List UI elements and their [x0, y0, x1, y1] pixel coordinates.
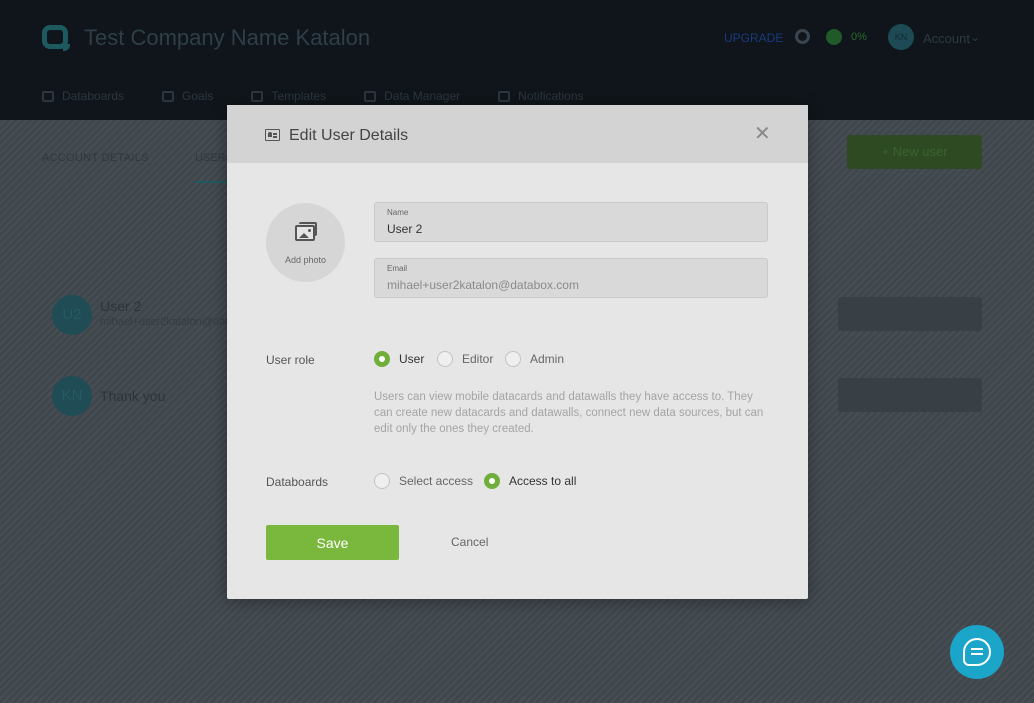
folder-icon	[251, 90, 264, 102]
chevron-down-icon[interactable]: ⌄	[970, 30, 980, 44]
role-description: Users can view mobile datacards and data…	[374, 391, 764, 435]
email-field[interactable]: Email mihael+user2katalon@databox.com	[374, 258, 768, 298]
top-bar: Test Company Name Katalon UPGRADE 0% KN …	[0, 0, 1034, 120]
user-role-label: User role	[266, 353, 315, 367]
nav-item-notifications[interactable]: Notifications	[498, 89, 584, 103]
access-radio-all[interactable]: Access to all	[484, 473, 576, 489]
cancel-button[interactable]: Cancel	[451, 535, 488, 549]
image-icon	[295, 225, 315, 241]
account-menu[interactable]: Account	[923, 31, 970, 46]
databox-logo-icon[interactable]	[42, 25, 70, 51]
goals-icon	[162, 90, 175, 102]
nav-item-databoards[interactable]: Databoards	[42, 89, 124, 103]
nav-item-label: Notifications	[518, 89, 584, 103]
save-button[interactable]: Save	[266, 525, 399, 560]
nav-item-label: Data Manager	[384, 89, 461, 103]
help-icon[interactable]	[795, 29, 810, 44]
award-icon[interactable]	[826, 29, 842, 45]
main-nav: Databoards Goals Templates Data Manager …	[42, 89, 622, 103]
database-icon	[364, 90, 377, 102]
name-field-label: Name	[387, 208, 409, 217]
radio-label: User	[399, 352, 425, 366]
user-name: Thank you	[100, 388, 166, 404]
dashboard-icon	[42, 90, 54, 102]
modal-header: Edit User Details ✕	[227, 105, 808, 163]
radio-unchecked-icon	[505, 351, 521, 367]
chat-icon	[963, 638, 991, 666]
add-photo-label: Add photo	[284, 255, 327, 265]
nav-item-templates[interactable]: Templates	[251, 89, 326, 103]
nav-item-data-manager[interactable]: Data Manager	[364, 89, 460, 103]
company-name: Test Company Name Katalon	[84, 25, 371, 50]
access-radio-select[interactable]: Select access	[374, 473, 473, 489]
upgrade-link[interactable]: UPGRADE	[724, 31, 783, 45]
edit-user-modal: Edit User Details ✕ Add photo Name User …	[227, 105, 808, 599]
chat-button[interactable]	[950, 625, 1004, 679]
modal-title: Edit User Details	[289, 127, 409, 144]
tab-account-details[interactable]: ACCOUNT DETAILS	[42, 152, 149, 164]
name-field[interactable]: Name User 2	[374, 202, 768, 242]
id-card-icon	[265, 129, 280, 141]
bell-icon	[498, 90, 511, 102]
close-icon[interactable]: ✕	[754, 124, 771, 144]
active-tab-indicator	[195, 181, 227, 183]
add-photo-button[interactable]: Add photo	[266, 203, 345, 282]
nav-item-label: Databoards	[62, 89, 125, 103]
avatar: KN	[52, 376, 92, 416]
nav-item-goals[interactable]: Goals	[162, 89, 213, 103]
email-field-label: Email	[387, 264, 408, 273]
role-radio-editor[interactable]: Editor	[437, 351, 493, 367]
radio-unchecked-icon	[437, 351, 453, 367]
role-select[interactable]	[838, 297, 982, 331]
avatar: U2	[52, 295, 92, 335]
radio-unchecked-icon	[374, 473, 390, 489]
radio-label: Editor	[462, 352, 494, 366]
role-select[interactable]	[838, 378, 982, 412]
user-name: User 2	[100, 298, 142, 314]
account-avatar[interactable]: KN	[888, 24, 914, 50]
role-radio-admin[interactable]: Admin	[505, 351, 564, 367]
radio-label: Admin	[530, 352, 565, 366]
nav-item-label: Templates	[271, 89, 327, 103]
progress-percent: 0%	[851, 31, 867, 43]
new-user-button[interactable]: + New user	[847, 135, 982, 169]
radio-label: Select access	[399, 474, 474, 488]
radio-checked-icon	[484, 473, 500, 489]
radio-checked-icon	[374, 351, 390, 367]
email-field-value[interactable]: mihael+user2katalon@databox.com	[387, 278, 579, 292]
role-radio-user[interactable]: User	[374, 351, 424, 367]
nav-item-label: Goals	[182, 89, 214, 103]
radio-label: Access to all	[509, 474, 577, 488]
databoards-label: Databoards	[266, 475, 329, 489]
name-field-value[interactable]: User 2	[387, 222, 422, 236]
